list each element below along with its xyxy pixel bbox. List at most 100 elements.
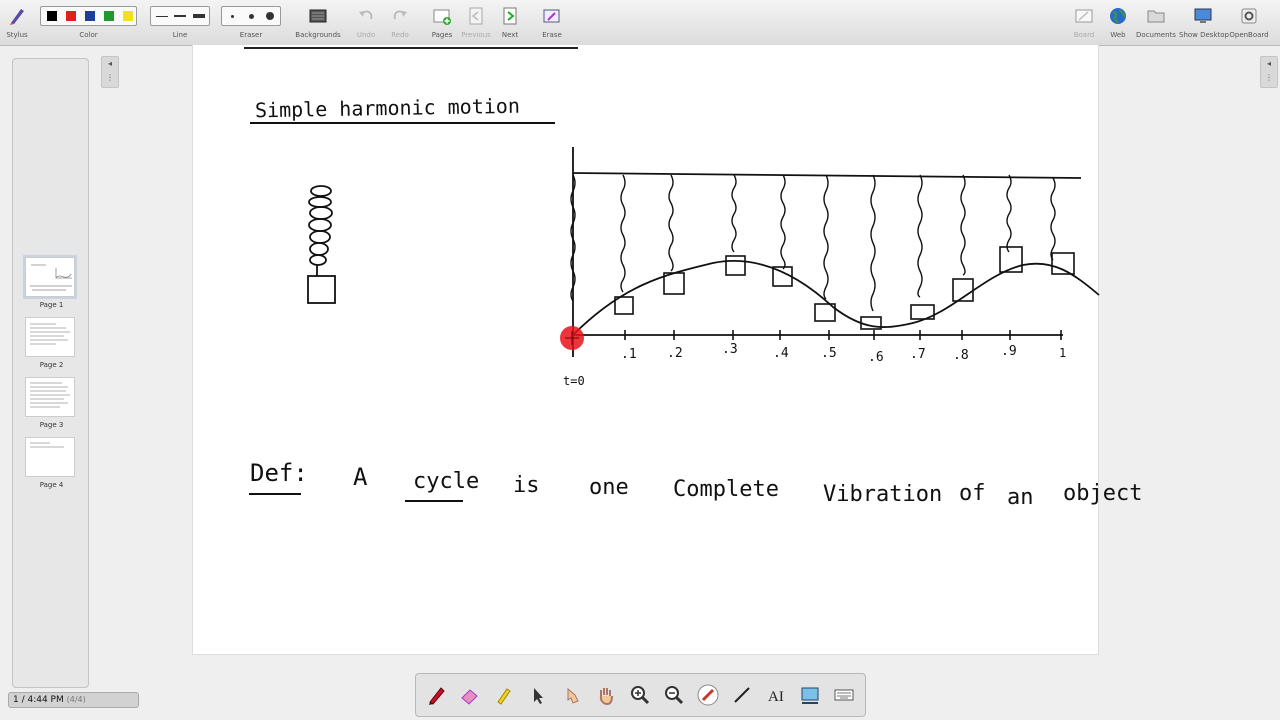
definition-word: Complete bbox=[673, 477, 779, 502]
collapse-right-panel-button[interactable]: ◂ ⋮ bbox=[1260, 56, 1278, 88]
redo-label: Redo bbox=[391, 31, 409, 39]
zoom-in-icon[interactable] bbox=[629, 684, 651, 706]
hand-icon[interactable] bbox=[595, 684, 617, 706]
line-width-picker[interactable] bbox=[150, 6, 210, 26]
erase-button[interactable]: Erase bbox=[537, 0, 567, 44]
page-3-label: Page 3 bbox=[39, 421, 64, 429]
spring-drawing bbox=[308, 185, 333, 276]
page-thumbnail-3[interactable] bbox=[25, 377, 75, 417]
laser-pointer-icon[interactable] bbox=[697, 684, 719, 706]
definition-word: of bbox=[959, 481, 986, 506]
line-icon[interactable] bbox=[731, 684, 753, 706]
openboard-button[interactable]: OpenBoard bbox=[1229, 0, 1269, 44]
openboard-label: OpenBoard bbox=[1229, 31, 1269, 39]
tick-label: .9 bbox=[1001, 344, 1017, 359]
tick-label: 1 bbox=[1059, 346, 1067, 360]
previous-button[interactable]: Previous bbox=[460, 0, 492, 44]
backgrounds-icon bbox=[309, 9, 327, 23]
line-label: Line bbox=[172, 31, 188, 39]
eraser-size-picker[interactable] bbox=[221, 6, 281, 26]
definition-word: Vibration bbox=[823, 482, 943, 507]
def-underline bbox=[249, 493, 301, 495]
board-icon bbox=[1075, 9, 1093, 23]
eraser-label: Eraser bbox=[239, 31, 263, 39]
page-1-preview bbox=[30, 264, 72, 291]
eraser-large-option[interactable] bbox=[266, 12, 274, 20]
top-toolbar: Stylus Color Line Eraser Backgrounds Und… bbox=[0, 0, 1280, 46]
undo-button[interactable]: Undo bbox=[352, 0, 380, 44]
documents-label: Documents bbox=[1136, 31, 1176, 39]
svg-text:AI: AI bbox=[768, 689, 784, 705]
shm-diagram bbox=[307, 147, 1100, 357]
web-label: Web bbox=[1110, 31, 1126, 39]
pointer-icon[interactable] bbox=[527, 684, 549, 706]
page-2-preview bbox=[30, 323, 70, 345]
highlighter-icon[interactable] bbox=[493, 684, 515, 706]
text-icon[interactable]: AI bbox=[765, 684, 787, 706]
capture-icon[interactable] bbox=[799, 684, 821, 706]
page-counter: (4/4) bbox=[66, 695, 86, 704]
add-page-icon bbox=[433, 9, 451, 25]
next-button[interactable]: Next bbox=[496, 0, 524, 44]
tick-label: .2 bbox=[667, 346, 683, 361]
tick-label: .7 bbox=[910, 347, 926, 362]
page-4-preview bbox=[30, 442, 64, 448]
page-thumbnails-panel: Page 1 Page 2 Page 3 Page 4 bbox=[12, 58, 89, 688]
line-thin-option[interactable] bbox=[156, 16, 168, 17]
color-swatch-black[interactable] bbox=[47, 11, 57, 21]
tick-label: .1 bbox=[621, 347, 637, 362]
zoom-out-icon[interactable] bbox=[663, 684, 685, 706]
page-thumbnail-4[interactable] bbox=[25, 437, 75, 477]
definition-word: is bbox=[513, 473, 540, 498]
erase-board-icon bbox=[543, 9, 560, 23]
backgrounds-label: Backgrounds bbox=[295, 31, 341, 39]
color-swatch-green[interactable] bbox=[104, 11, 114, 21]
board-button[interactable]: Board bbox=[1070, 0, 1098, 44]
clock-overlay: 1 / 4:44 PM (4/4) bbox=[8, 692, 139, 708]
definition-word: an bbox=[1007, 485, 1034, 510]
definition-word-cycle: cycle bbox=[413, 469, 480, 494]
erase-label: Erase bbox=[542, 31, 562, 39]
pages-button[interactable]: Pages bbox=[427, 0, 457, 44]
pen-icon[interactable] bbox=[426, 684, 448, 706]
stylus-icon bbox=[10, 9, 24, 25]
play-icon[interactable] bbox=[561, 684, 583, 706]
tick-label: .4 bbox=[773, 346, 789, 361]
page-thumbnail-1[interactable] bbox=[23, 255, 77, 299]
redo-icon bbox=[393, 10, 407, 20]
whiteboard-canvas[interactable]: Simple harmonic motion .1 .2 .3 .4 .5 .6… bbox=[192, 45, 1142, 655]
color-label: Color bbox=[79, 31, 98, 39]
color-swatch-yellow[interactable] bbox=[123, 11, 133, 21]
t-zero-label: t=0 bbox=[563, 374, 585, 388]
definition-word: A bbox=[353, 463, 368, 491]
eraser-small-option[interactable] bbox=[231, 15, 234, 18]
previous-label: Previous bbox=[461, 31, 491, 39]
undo-label: Undo bbox=[356, 31, 376, 39]
show-desktop-label: Show Desktop bbox=[1179, 31, 1229, 39]
cycle-underline bbox=[405, 500, 463, 502]
page-thumbnail-2[interactable] bbox=[25, 317, 75, 357]
pages-label: Pages bbox=[431, 31, 453, 39]
eraser-icon[interactable] bbox=[459, 684, 481, 706]
line-medium-option[interactable] bbox=[174, 15, 186, 17]
backgrounds-button[interactable]: Backgrounds bbox=[292, 0, 344, 44]
page-4-label: Page 4 bbox=[39, 481, 64, 489]
documents-button[interactable]: Documents bbox=[1136, 0, 1176, 44]
web-button[interactable]: Web bbox=[1104, 0, 1132, 44]
keyboard-icon[interactable] bbox=[833, 684, 855, 706]
stylus-button[interactable]: Stylus bbox=[2, 0, 32, 44]
tick-label: .5 bbox=[821, 346, 837, 361]
show-desktop-button[interactable]: Show Desktop bbox=[1179, 0, 1229, 44]
line-thick-option[interactable] bbox=[193, 14, 205, 18]
color-swatch-red[interactable] bbox=[66, 11, 76, 21]
color-swatch-blue[interactable] bbox=[85, 11, 95, 21]
definition-prefix: Def: bbox=[250, 459, 308, 487]
eraser-medium-option[interactable] bbox=[249, 14, 254, 19]
definition-word: object bbox=[1063, 481, 1143, 506]
page-3-preview bbox=[30, 382, 70, 408]
color-picker[interactable] bbox=[40, 6, 137, 26]
undo-icon bbox=[359, 10, 373, 20]
redo-button[interactable]: Redo bbox=[386, 0, 414, 44]
page-2-label: Page 2 bbox=[39, 361, 64, 369]
collapse-left-panel-button[interactable]: ◂ ⋮ bbox=[101, 56, 119, 88]
